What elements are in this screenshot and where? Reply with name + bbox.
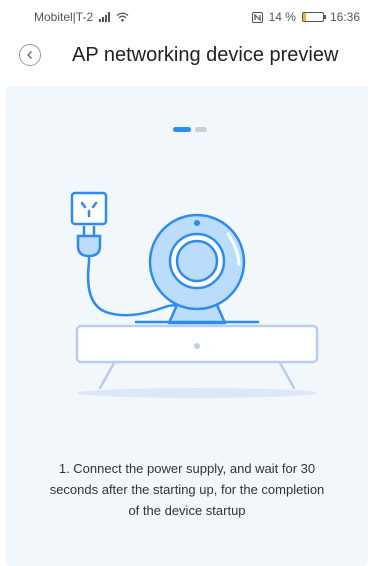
device-setup-illustration (70, 191, 319, 398)
battery-level (302, 13, 306, 21)
status-right: 14 % 16:36 (251, 10, 360, 24)
nfc-icon (251, 11, 263, 23)
wifi-icon (116, 12, 129, 22)
pager (173, 127, 207, 132)
clock: 16:36 (329, 10, 360, 24)
battery-percent: 14 % (268, 10, 296, 24)
tv-cabinet-icon (75, 324, 319, 390)
header: AP networking device preview (0, 36, 380, 76)
plug-icon (76, 225, 102, 262)
signal-icon (99, 12, 111, 22)
page-title: AP networking device preview (72, 44, 339, 66)
instruction-text: 1. Connect the power supply, and wait fo… (49, 461, 325, 518)
chevron-left-icon (27, 51, 32, 59)
pager-dot (195, 127, 207, 132)
status-bar: Mobitel|T-2 14 % 16:36 (0, 0, 380, 34)
power-outlet-icon (70, 191, 108, 226)
carrier-name: Mobitel|T-2 (34, 10, 94, 24)
camera-icon (148, 213, 246, 311)
status-left: Mobitel|T-2 (34, 10, 129, 24)
back-button[interactable] (19, 44, 41, 66)
preview-card: 1. Connect the power supply, and wait fo… (6, 86, 368, 566)
pager-dot (173, 127, 191, 132)
battery-icon (301, 12, 326, 22)
